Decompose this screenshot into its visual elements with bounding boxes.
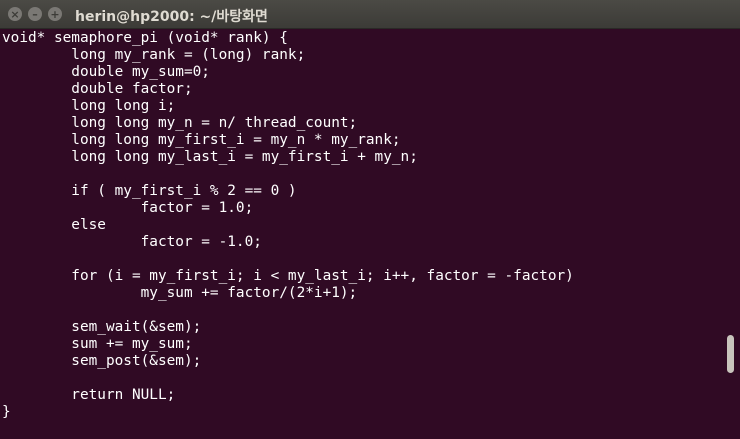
code-line: long long my_last_i = my_first_i + my_n; [2, 149, 418, 165]
code-line: else [2, 217, 106, 233]
code-line: sem_post(&sem); [2, 353, 202, 369]
title-bar[interactable]: × – + herin@hp2000: ~/바탕화면 [0, 0, 740, 29]
code-line: double my_sum=0; [2, 64, 210, 80]
code-line: long my_rank = (long) rank; [2, 47, 306, 63]
code-line: factor = 1.0; [2, 200, 254, 216]
minimize-icon[interactable]: – [28, 7, 42, 21]
code-line: factor = -1.0; [2, 234, 262, 250]
maximize-icon[interactable]: + [48, 7, 62, 21]
code-line: long long i; [2, 98, 176, 114]
window-title: herin@hp2000: ~/바탕화면 [75, 9, 268, 25]
code-line: my_sum += factor/(2*i+1); [2, 285, 358, 301]
code-line: long long my_first_i = my_n * my_rank; [2, 132, 401, 148]
code-line: void* semaphore_pi (void* rank) { [2, 30, 288, 46]
code-line: sem_wait(&sem); [2, 319, 202, 335]
code-line: if ( my_first_i % 2 == 0 ) [2, 183, 297, 199]
code-line: for (i = my_first_i; i < my_last_i; i++,… [2, 268, 574, 284]
code-line: sum += my_sum; [2, 336, 193, 352]
vertical-scrollbar[interactable] [724, 29, 740, 439]
code-line: } [2, 404, 11, 420]
code-line: long long my_n = n/ thread_count; [2, 115, 358, 131]
close-icon[interactable]: × [8, 7, 22, 21]
terminal-window: × – + herin@hp2000: ~/바탕화면 void* semapho… [0, 0, 740, 439]
code-line: return NULL; [2, 387, 176, 403]
terminal-content[interactable]: void* semaphore_pi (void* rank) { long m… [0, 29, 724, 439]
code-line: double factor; [2, 81, 193, 97]
scrollbar-thumb[interactable] [727, 335, 734, 373]
code-text[interactable]: void* semaphore_pi (void* rank) { long m… [0, 29, 724, 421]
